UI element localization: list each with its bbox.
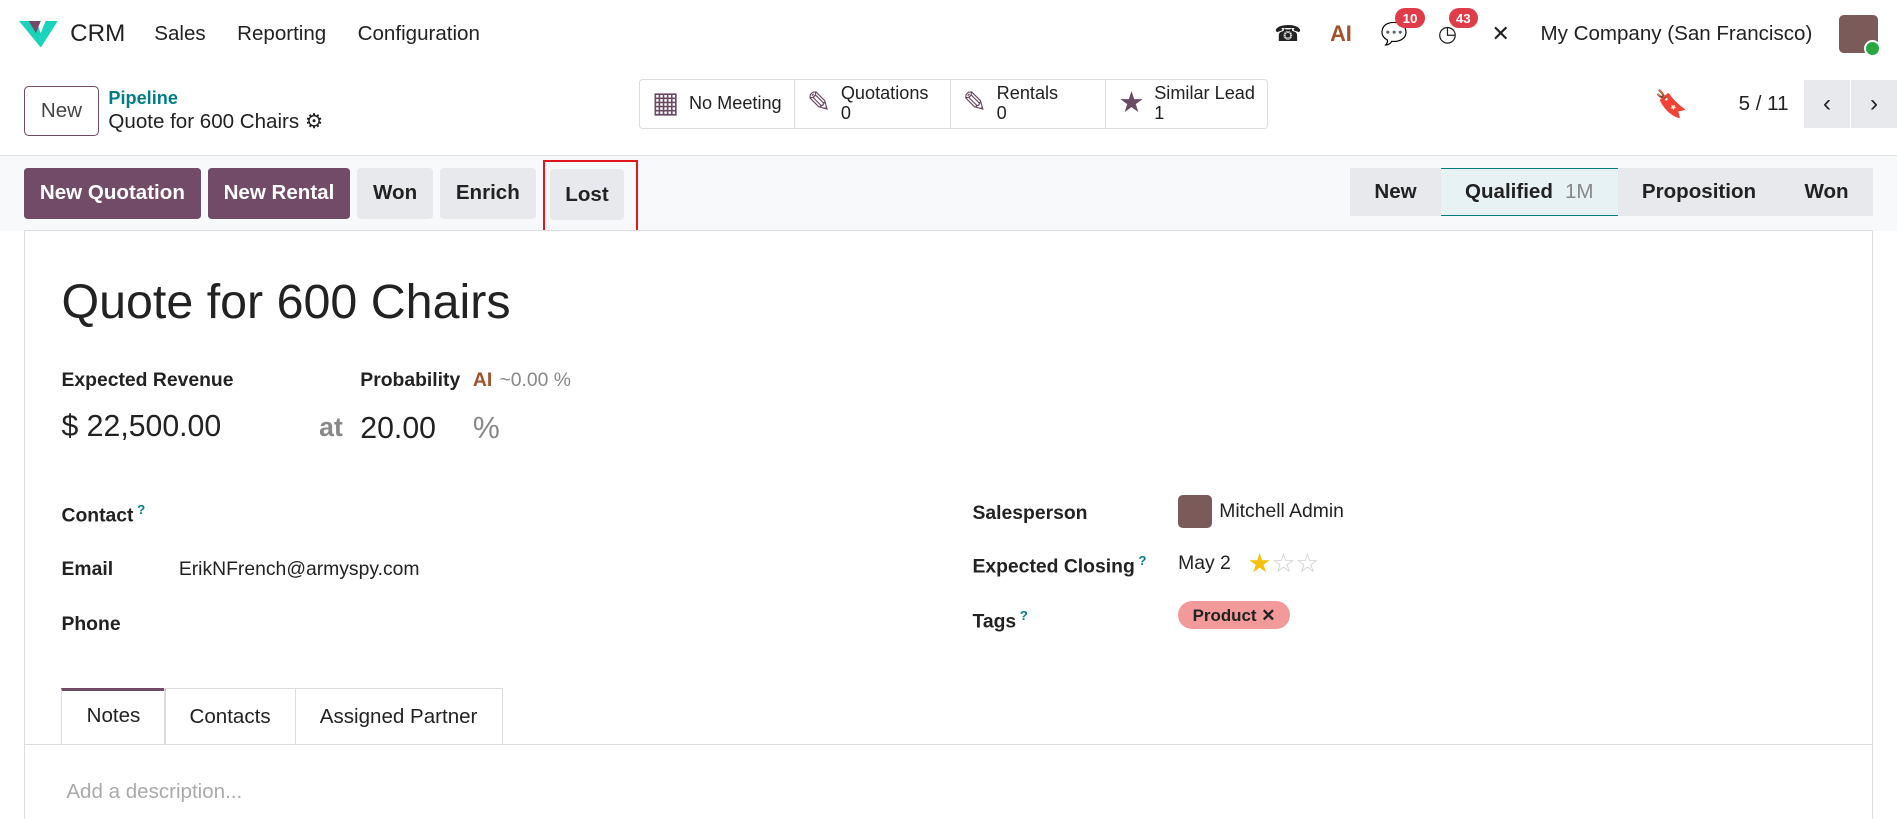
smart-button-label: No Meeting	[688, 93, 782, 114]
similar-lead-button[interactable]: ★ Similar Lead 1	[1106, 80, 1267, 128]
user-avatar[interactable]	[1838, 14, 1882, 57]
help-icon[interactable]: ?	[1020, 608, 1028, 623]
pager: 🔖 5 / 11 ‹ ›	[1655, 79, 1897, 129]
stage-statusbar: New Qualified 1M Proposition Won	[1350, 167, 1873, 217]
app-name[interactable]: CRM	[70, 20, 125, 48]
calendar-icon: ▦	[651, 87, 680, 120]
chat-icon[interactable]: 💬 10	[1381, 8, 1425, 48]
activity-badge: 43	[1448, 8, 1478, 29]
expected-closing-label: Expected Closing	[972, 555, 1135, 578]
probability-label: Probability	[360, 368, 461, 391]
phone-icon[interactable]: ☎	[1274, 21, 1301, 48]
edit-icon: ✎	[806, 87, 832, 120]
notes-editor[interactable]: Add a description...	[66, 780, 242, 804]
activity-clock-icon[interactable]: ◷ 43	[1434, 8, 1478, 48]
smart-buttons: ▦ No Meeting ✎ Quotations 0 ✎ Rentals 0 ★ Simi…	[638, 78, 1269, 129]
percent-sign: %	[472, 412, 500, 446]
notebook-tabs: Notes Contacts Assigned Partner	[61, 688, 503, 745]
stage-label: Won	[1804, 180, 1849, 204]
rentals-button[interactable]: ✎ Rentals 0	[951, 79, 1107, 128]
salesperson-avatar	[1178, 494, 1212, 529]
edit-icon: ✎	[962, 87, 987, 120]
won-button[interactable]: Won	[357, 168, 433, 219]
remove-tag-icon[interactable]: ✕	[1261, 605, 1275, 624]
gear-icon[interactable]: ⚙	[305, 110, 323, 133]
salesperson-label: Salesperson	[972, 501, 1088, 524]
menu-reporting[interactable]: Reporting	[237, 22, 326, 46]
stage-new[interactable]: New	[1350, 168, 1441, 216]
tab-notes[interactable]: Notes	[61, 688, 166, 745]
priority-star-empty-icon[interactable]: ☆	[1295, 548, 1319, 578]
lost-button[interactable]: Lost	[549, 169, 625, 220]
action-bar: New Quotation New Rental Won Enrich Lost…	[0, 155, 1897, 232]
app-logo-icon[interactable]	[19, 20, 59, 48]
breadcrumb: Pipeline Quote for 600 Chairs ⚙	[108, 88, 323, 134]
online-status-icon	[1863, 39, 1882, 57]
new-rental-button[interactable]: New Rental	[207, 168, 351, 219]
chat-badge: 10	[1395, 8, 1425, 29]
salesperson-input[interactable]: Mitchell Admin	[1219, 500, 1344, 523]
enrich-button[interactable]: Enrich	[440, 168, 536, 219]
smart-button-value: 0	[840, 102, 851, 123]
no-meeting-button[interactable]: ▦ No Meeting	[640, 79, 795, 128]
menu-sales[interactable]: Sales	[154, 22, 205, 46]
stage-won[interactable]: Won	[1780, 168, 1873, 216]
smart-button-label: Quotations	[840, 83, 929, 104]
email-label: Email	[61, 557, 114, 580]
control-panel: New Pipeline Quote for 600 Chairs ⚙ ▦ No …	[0, 68, 1897, 156]
quotations-button[interactable]: ✎ Quotations 0	[795, 79, 951, 128]
smart-button-label: Similar Lead	[1154, 83, 1255, 104]
stage-label: Proposition	[1641, 180, 1757, 204]
smart-button-value: 0	[996, 102, 1007, 123]
expected-revenue-input[interactable]: $ 22,500.00	[61, 410, 221, 444]
lead-title[interactable]: Quote for 600 Chairs	[61, 274, 1871, 330]
expected-revenue-label: Expected Revenue	[61, 368, 234, 391]
tag-product: Product ✕	[1178, 600, 1290, 630]
stage-proposition[interactable]: Proposition	[1618, 168, 1781, 216]
star-icon: ★	[1118, 87, 1145, 120]
breadcrumb-current: Quote for 600 Chairs	[108, 110, 300, 134]
tools-icon[interactable]: ✕	[1487, 21, 1514, 48]
probability-input[interactable]: 20.00	[360, 412, 436, 446]
pager-next-button[interactable]: ›	[1849, 79, 1897, 129]
contact-label: Contact	[61, 504, 134, 527]
tab-contacts[interactable]: Contacts	[164, 688, 296, 745]
expected-closing-input[interactable]: May 2	[1178, 552, 1231, 575]
email-input[interactable]: ErikNFrench@armyspy.com	[179, 558, 420, 581]
phone-label: Phone	[61, 613, 121, 636]
bookmark-icon[interactable]: 🔖	[1655, 89, 1688, 120]
stage-label: New	[1374, 180, 1417, 204]
ai-probability: ~0.00 %	[499, 368, 572, 391]
menu-configuration[interactable]: Configuration	[358, 22, 480, 46]
top-navbar: CRM Sales Reporting Configuration ☎ AI 💬…	[0, 0, 1897, 68]
priority-star-filled-icon[interactable]: ★	[1248, 548, 1272, 578]
smart-button-value: 1	[1154, 102, 1165, 123]
tags-label: Tags	[972, 610, 1017, 633]
company-switcher[interactable]: My Company (San Francisco)	[1541, 22, 1813, 46]
new-quotation-button[interactable]: New Quotation	[24, 168, 201, 219]
lost-highlight: Lost	[542, 159, 639, 232]
form-sheet: Quote for 600 Chairs Expected Revenue $ …	[24, 229, 1873, 819]
help-icon[interactable]: ?	[137, 502, 145, 517]
at-label: at	[319, 412, 343, 443]
breadcrumb-pipeline[interactable]: Pipeline	[108, 88, 323, 109]
stage-label: Qualified	[1465, 180, 1553, 204]
tag-label: Product	[1192, 605, 1257, 625]
pager-value[interactable]: 5 / 11	[1739, 92, 1789, 116]
new-record-button[interactable]: New	[24, 86, 99, 137]
stage-sub: 1M	[1565, 180, 1594, 204]
pager-previous-button[interactable]: ‹	[1803, 79, 1850, 129]
tab-assigned-partner[interactable]: Assigned Partner	[294, 688, 503, 745]
help-icon[interactable]: ?	[1138, 553, 1146, 568]
priority-star-empty-icon[interactable]: ☆	[1272, 548, 1296, 578]
smart-button-label: Rentals	[996, 83, 1059, 104]
ai-icon[interactable]: AI	[473, 369, 492, 391]
stage-qualified[interactable]: Qualified 1M	[1440, 167, 1618, 217]
ai-icon[interactable]: AI	[1328, 21, 1355, 48]
